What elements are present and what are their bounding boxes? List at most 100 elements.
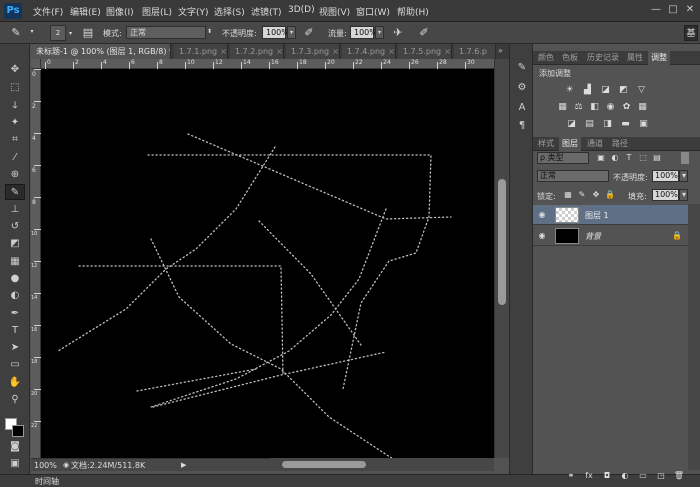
pressure-size-icon[interactable]: ✐ — [416, 25, 432, 41]
tab-layers[interactable]: 图层 — [559, 137, 581, 151]
zoom-tool-icon[interactable]: ⚲ — [5, 392, 25, 408]
filter-pixel-icon[interactable]: ▣ — [595, 152, 607, 164]
threshold-icon[interactable]: ◨ — [602, 119, 613, 130]
blend-mode-select[interactable]: 正常 — [537, 170, 609, 182]
hand-tool-icon[interactable]: ✋ — [5, 375, 25, 391]
status-menu-icon[interactable]: ◉ — [63, 461, 69, 469]
doc-tab[interactable]: 1.7.5.png × — [398, 44, 452, 59]
vertical-scroll-thumb[interactable] — [498, 179, 506, 305]
tab-swatches[interactable]: 色板 — [559, 51, 581, 65]
type-tool-icon[interactable]: T — [5, 323, 25, 339]
tab-paths[interactable]: 路径 — [609, 137, 631, 151]
new-group-icon[interactable]: ▭ — [637, 470, 649, 482]
zoom-level-field[interactable]: 100% — [34, 460, 60, 471]
tab-close-icon[interactable]: × — [444, 47, 451, 56]
filter-toggle[interactable] — [681, 152, 689, 164]
doc-tab[interactable]: 1.7.6.p — [454, 44, 496, 59]
opacity-field[interactable]: 100% — [262, 26, 289, 39]
layers-scrollbar[interactable] — [688, 204, 700, 470]
vertical-scrollbar[interactable] — [494, 59, 509, 458]
menu-layer[interactable]: 图层(L) — [142, 5, 172, 18]
photo-filter-icon[interactable]: ◉ — [605, 102, 616, 113]
gradient-tool-icon[interactable]: ▦ — [5, 254, 25, 270]
character-panel-icon[interactable]: A — [514, 100, 530, 116]
screen-mode-icon[interactable]: ▣ — [5, 456, 25, 472]
tab-close-icon[interactable]: × — [388, 47, 395, 56]
tab-channels[interactable]: 通道 — [584, 137, 606, 151]
flow-field[interactable]: 100% — [350, 26, 377, 39]
brush-panel-icon[interactable]: ✎ — [514, 60, 530, 76]
tab-adjustments[interactable]: 调整 — [648, 51, 670, 65]
fill-field[interactable]: 100% — [652, 189, 679, 201]
brush-size-picker[interactable]: 2 — [50, 25, 66, 41]
dodge-tool-icon[interactable]: ◐ — [5, 288, 25, 304]
tab-styles[interactable]: 样式 — [535, 137, 557, 151]
flow-dropdown[interactable]: ▾ — [375, 26, 384, 39]
healing-brush-tool-icon[interactable]: ⊕ — [5, 167, 25, 183]
pen-tool-icon[interactable]: ✒ — [5, 306, 25, 322]
tab-properties[interactable]: 属性 — [624, 51, 646, 65]
filter-adjustment-icon[interactable]: ◐ — [609, 152, 621, 164]
brush-tool-preset-icon[interactable]: ✎ — [8, 25, 24, 41]
menu-select[interactable]: 选择(S) — [214, 5, 245, 18]
eraser-tool-icon[interactable]: ◩ — [5, 236, 25, 252]
brush-tool-icon[interactable]: ✎ — [5, 184, 25, 200]
black-white-icon[interactable]: ◧ — [589, 102, 600, 113]
link-layers-icon[interactable]: ⚭ — [565, 470, 577, 482]
layer-row[interactable]: ◉ 背景 🔒 — [533, 226, 688, 246]
color-lookup-icon[interactable]: ▦ — [637, 102, 648, 113]
layer-opacity-field[interactable]: 100% — [652, 170, 679, 182]
horizontal-scroll-thumb[interactable] — [282, 461, 366, 468]
add-mask-icon[interactable]: ◘ — [601, 470, 613, 482]
tab-close-icon[interactable]: × — [332, 47, 339, 56]
lock-all-icon[interactable]: 🔒 — [605, 190, 615, 200]
crop-tool-icon[interactable]: ⌗ — [5, 132, 25, 148]
mode-select[interactable]: 正常 — [126, 26, 206, 39]
lock-transparency-icon[interactable]: ▦ — [563, 190, 573, 200]
channel-mixer-icon[interactable]: ✿ — [621, 102, 632, 113]
move-tool-icon[interactable]: ✥ — [5, 62, 25, 78]
brightness-icon[interactable]: ☀ — [564, 85, 575, 96]
posterize-icon[interactable]: ▤ — [584, 119, 595, 130]
eyedropper-tool-icon[interactable]: ⁄ — [5, 150, 25, 166]
visibility-eye-icon[interactable]: ◉ — [537, 231, 547, 241]
brush-panel-icon[interactable]: ▤ — [80, 25, 96, 41]
horizontal-ruler[interactable]: 0 2 4 6 8 10 12 14 16 18 20 22 24 26 28 … — [41, 59, 494, 69]
visibility-eye-icon[interactable]: ◉ — [537, 210, 547, 220]
history-brush-tool-icon[interactable]: ↺ — [5, 219, 25, 235]
blur-tool-icon[interactable]: ● — [5, 271, 25, 287]
layer-opacity-dropdown[interactable]: ▾ — [679, 170, 688, 182]
doc-tab-active[interactable]: 未标题-1 @ 100% (图层 1, RGB/8) *× — [31, 44, 171, 59]
layer-name[interactable]: 图层 1 — [585, 210, 609, 221]
menu-file[interactable]: 文件(F) — [33, 5, 63, 18]
background-color-swatch[interactable] — [12, 425, 24, 437]
hue-saturation-icon[interactable]: ▦ — [557, 102, 568, 113]
menu-help[interactable]: 帮助(H) — [397, 5, 429, 18]
fill-dropdown[interactable]: ▾ — [679, 189, 688, 201]
doc-tab[interactable]: 1.7.4.png × — [342, 44, 396, 59]
doc-tab[interactable]: 1.7.1.png × — [174, 44, 228, 59]
minimize-button[interactable]: — — [648, 3, 664, 17]
horizontal-scrollbar[interactable] — [270, 458, 494, 471]
preset-dropdown-arrow[interactable]: ▾ — [28, 26, 36, 39]
mode-dropdown-arrow[interactable]: ⬍ — [205, 26, 214, 39]
menu-edit[interactable]: 编辑(E) — [70, 5, 101, 18]
opacity-dropdown[interactable]: ▾ — [287, 26, 296, 39]
levels-icon[interactable]: ▟ — [582, 85, 593, 96]
layer-filter-select[interactable]: ρ 类型 — [537, 152, 589, 164]
paragraph-panel-icon[interactable]: ¶ — [514, 118, 530, 134]
menu-window[interactable]: 窗口(W) — [356, 5, 390, 18]
lock-image-icon[interactable]: ✎ — [577, 190, 587, 200]
doc-tab[interactable]: 1.7.3.png × — [286, 44, 340, 59]
layer-row[interactable]: ◉ 图层 1 — [533, 205, 688, 225]
gradient-map-icon[interactable]: ▬ — [620, 119, 631, 130]
maximize-button[interactable]: □ — [665, 3, 681, 17]
selective-color-icon[interactable]: ▣ — [638, 119, 649, 130]
workspace-button[interactable]: 基 — [684, 25, 698, 41]
ruler-origin[interactable] — [31, 59, 41, 69]
quick-mask-icon[interactable]: ◙ — [5, 439, 25, 455]
delete-layer-icon[interactable]: 🗑 — [673, 470, 685, 482]
airbrush-icon[interactable]: ✈ — [390, 25, 406, 41]
curves-icon[interactable]: ◪ — [600, 85, 611, 96]
path-selection-tool-icon[interactable]: ➤ — [5, 340, 25, 356]
